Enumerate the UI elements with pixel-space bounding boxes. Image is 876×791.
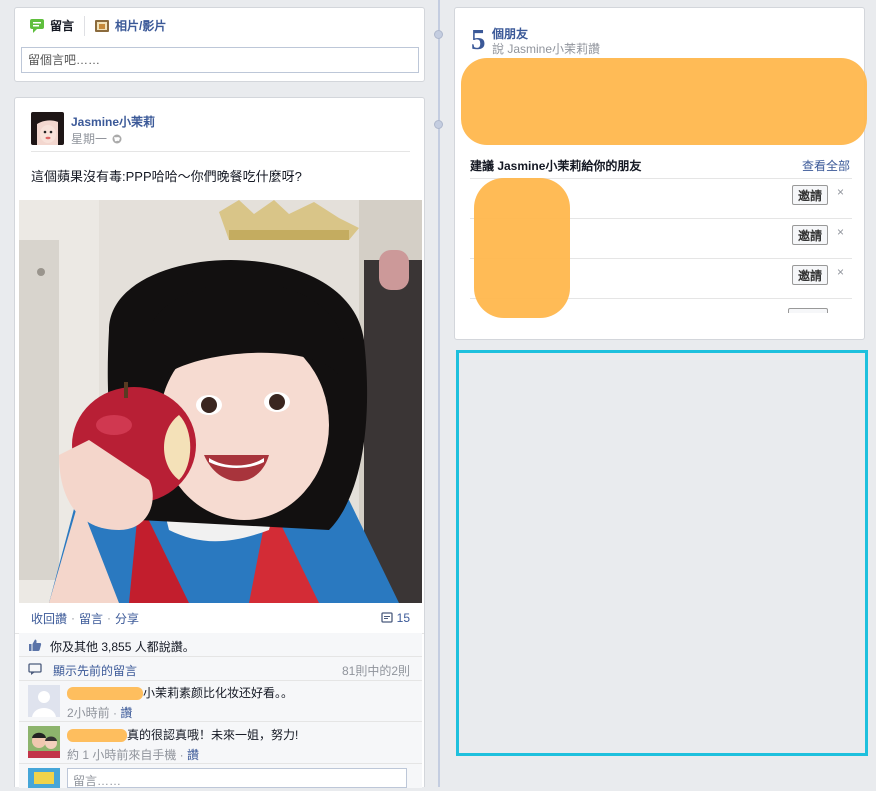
post-meta: 星期一: [71, 130, 155, 147]
write-comment-row: 留言……: [19, 764, 422, 788]
comment-meta: 約 1 小時前來自手機 · 讚: [67, 748, 200, 762]
write-comment-placeholder: 留言……: [73, 774, 122, 788]
comment-time[interactable]: 2小時前: [67, 706, 110, 720]
photo-icon: [95, 19, 110, 32]
see-all-link[interactable]: 查看全部: [802, 157, 850, 174]
write-comment-input[interactable]: 留言……: [67, 768, 407, 788]
post-text: 這個蘋果沒有毒:PPP哈哈～你們晚餐吃什麼呀?: [31, 169, 302, 184]
timeline-post: Jasmine小茉莉 星期一 這個蘋果沒有毒:PPP哈哈～你們晚餐吃什麼呀? 收…: [14, 97, 425, 788]
invite-button[interactable]: [788, 308, 828, 313]
suggest-heading: 建議 Jasmine小茉莉給你的朋友: [470, 159, 642, 173]
speech-bubble-icon: [30, 18, 44, 33]
show-previous-comments-link[interactable]: 顯示先前的留言: [53, 662, 137, 679]
redacted-suggested-friends: [474, 178, 570, 318]
highlighted-ad-slot: [456, 350, 868, 756]
separator-dot: ·: [71, 611, 76, 625]
share-link[interactable]: 分享: [115, 610, 139, 627]
invite-button[interactable]: 邀請: [791, 225, 828, 245]
redacted-commenter-name: [67, 687, 143, 701]
dismiss-icon[interactable]: ×: [837, 185, 844, 199]
friends-count-sub: 說 Jasmine小茉莉讚: [492, 42, 601, 56]
likes-row: 你及其他 3,855 人都說讚。: [19, 633, 422, 657]
post-time[interactable]: 星期一: [71, 130, 107, 147]
comment-bubble-icon: [28, 663, 42, 675]
unlike-link[interactable]: 收回讚: [31, 610, 67, 627]
comment-count-icon: [380, 612, 393, 623]
timeline-dot: [434, 120, 443, 129]
separator-dot: ·: [107, 611, 112, 625]
commenter-avatar[interactable]: [28, 685, 60, 717]
dismiss-icon[interactable]: ×: [837, 225, 844, 239]
comment-count[interactable]: 15: [380, 611, 410, 625]
tab-comment[interactable]: 留言: [29, 17, 74, 34]
commenter-avatar[interactable]: [28, 726, 60, 758]
dismiss-icon[interactable]: ×: [837, 265, 844, 279]
redacted-friends-faces: [461, 58, 867, 145]
post-author-name[interactable]: Jasmine小茉莉: [71, 114, 155, 130]
composer-tabs: 留言 相片/影片: [15, 8, 424, 43]
comment-count-number: 15: [396, 611, 410, 625]
timeline-spine: [438, 0, 440, 787]
likes-summary[interactable]: 你及其他 3,855 人都說讚。: [50, 638, 195, 655]
tab-photo-label: 相片/影片: [115, 19, 167, 33]
comment-like-link[interactable]: 讚: [187, 748, 199, 762]
comment-time[interactable]: 約 1 小時前來自手機: [67, 748, 176, 762]
friends-like-box: 5 個朋友 說 Jasmine小茉莉讚 建議 Jasmine小茉莉給你的朋友 查…: [454, 7, 867, 340]
invite-button[interactable]: 邀請: [791, 265, 828, 285]
tab-divider: [84, 15, 86, 36]
composer-placeholder: 留個言吧……: [28, 53, 101, 67]
timeline-dot: [434, 30, 443, 39]
previous-comment-count: 81則中的2則: [341, 664, 410, 678]
post-actions-bar: 收回讚 · 留言 · 分享 15: [15, 603, 424, 634]
viewer-avatar: [28, 768, 60, 788]
tab-comment-label: 留言: [50, 19, 75, 33]
redacted-commenter-name: [67, 729, 127, 743]
comment-item: 小茉莉素颜比化妆还好看。。 2小時前 · 讚: [19, 681, 422, 722]
comment-meta: 2小時前 · 讚: [67, 706, 133, 720]
globe-icon: [112, 134, 122, 143]
comment-text: 真的很認真哦！未來一姐，努力!: [127, 728, 299, 742]
comment-link[interactable]: 留言: [79, 610, 103, 627]
thumbs-up-icon: [29, 639, 42, 651]
show-previous-row: 顯示先前的留言 81則中的2則: [19, 657, 422, 681]
post-header: Jasmine小茉莉 星期一: [31, 112, 155, 147]
comment-text: 小茉莉素颜比化妆还好看。。: [143, 686, 294, 700]
composer-input[interactable]: 留個言吧……: [21, 47, 419, 73]
tab-photo-video[interactable]: 相片/影片: [94, 17, 166, 34]
friends-count: 5: [471, 24, 486, 56]
post-header-divider: [31, 151, 410, 152]
composer: 留言 相片/影片 留個言吧……: [14, 7, 425, 82]
invite-button[interactable]: 邀請: [791, 185, 828, 205]
post-photo[interactable]: [19, 200, 422, 603]
comment-item: 真的很認真哦！未來一姐，努力! 約 1 小時前來自手機 · 讚: [19, 722, 422, 764]
author-avatar[interactable]: [31, 112, 64, 145]
comment-like-link[interactable]: 讚: [120, 706, 132, 720]
